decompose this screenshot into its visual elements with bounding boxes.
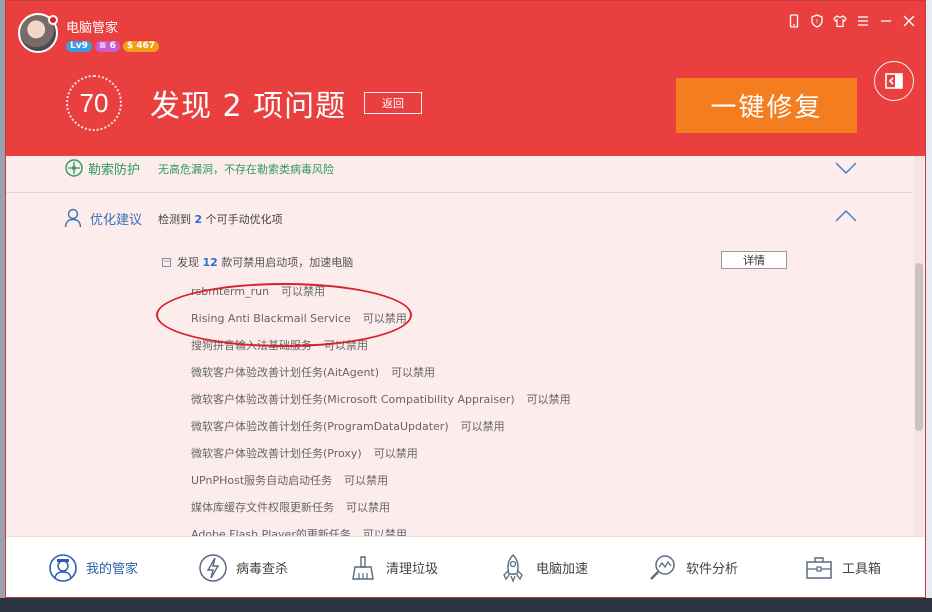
startup-item-action[interactable]: 可以禁用	[527, 393, 571, 406]
header: 电脑管家 Lv9 ≡ 6 $ 467 ! 70 发现 2 项问题 返回 一键修复	[6, 1, 925, 156]
shield-icon[interactable]: !	[809, 13, 825, 29]
skin-icon[interactable]	[832, 13, 848, 29]
level-badge[interactable]: Lv9	[66, 41, 92, 52]
nav-toolbox[interactable]: 工具箱	[804, 537, 882, 597]
annotation-ellipse	[156, 283, 412, 347]
health-score: 70	[66, 75, 122, 131]
nav-software-analysis[interactable]: 软件分析	[648, 537, 739, 597]
nav-my-butler[interactable]: 我的管家	[48, 537, 139, 597]
rocket-icon	[498, 553, 528, 583]
details-button[interactable]: 详情	[721, 251, 787, 269]
nav-label: 我的管家	[86, 562, 139, 577]
menu-icon[interactable]	[855, 13, 871, 29]
ransom-shield-icon	[64, 158, 84, 182]
user-badges: Lv9 ≡ 6 $ 467	[66, 41, 160, 52]
optimize-desc-prefix: 检测到	[158, 213, 191, 226]
window-controls: !	[786, 13, 917, 29]
startup-item-action[interactable]: 可以禁用	[461, 420, 505, 433]
phone-icon[interactable]	[786, 13, 802, 29]
back-button[interactable]: 返回	[364, 92, 422, 114]
optimize-label: 优化建议	[90, 213, 143, 228]
notification-dot	[48, 15, 58, 25]
startup-item-action[interactable]: 可以禁用	[346, 501, 390, 514]
nav-label: 电脑加速	[536, 562, 589, 577]
startup-item-name: Adobe Flash Player的更新任务	[191, 528, 351, 536]
software-analysis-icon	[648, 553, 678, 583]
nav-label: 清理垃圾	[386, 562, 439, 577]
optimize-desc-suffix: 个可手动优化项	[205, 213, 283, 226]
collapse-icon[interactable]: −	[162, 257, 171, 267]
background-editor-strip	[0, 598, 932, 612]
startup-item[interactable]: UPnPHost服务自动启动任务 可以禁用	[191, 472, 388, 488]
optimize-desc: 检测到 2 个可手动优化项	[158, 211, 283, 227]
startup-item-name: 媒体库缓存文件权限更新任务	[191, 501, 334, 514]
vip-badge[interactable]: ≡ 6	[94, 41, 120, 52]
nav-label: 工具箱	[842, 562, 882, 577]
ransom-protection-row[interactable]: 勒索防护 无高危漏洞，不存在勒索类病毒风险	[6, 156, 912, 193]
coin-badge[interactable]: $ 467	[122, 41, 160, 52]
panel-toggle-icon	[885, 73, 903, 89]
minimize-icon[interactable]	[878, 13, 894, 29]
startup-count: 12	[202, 256, 218, 269]
virus-scan-icon	[198, 553, 228, 583]
startup-item[interactable]: 微软客户体验改善计划任务(Microsoft Compatibility App…	[191, 391, 571, 407]
startup-item-name: UPnPHost服务自动启动任务	[191, 474, 333, 487]
app-title: 电脑管家	[66, 21, 119, 36]
scan-results: 勒索防护 无高危漏洞，不存在勒索类病毒风险 优化建议 检测到 2 个可手动优化项…	[6, 156, 925, 536]
scrollbar-thumb[interactable]	[915, 263, 923, 431]
startup-item-action[interactable]: 可以禁用	[374, 447, 418, 460]
startup-item[interactable]: 微软客户体验改善计划任务(AitAgent) 可以禁用	[191, 364, 435, 380]
startup-suffix: 款可禁用启动项，加速电脑	[221, 256, 354, 269]
butler-icon	[48, 553, 78, 583]
startup-item-action[interactable]: 可以禁用	[391, 366, 435, 379]
startup-item-action[interactable]: 可以禁用	[363, 528, 407, 536]
bottom-nav: 我的管家 病毒查杀 清理垃圾 电脑加速 软件分析 工具箱	[6, 536, 925, 597]
startup-item-name: 微软客户体验改善计划任务(Proxy)	[191, 447, 362, 460]
ransom-desc: 无高危漏洞，不存在勒索类病毒风险	[158, 163, 334, 176]
startup-prefix: 发现	[177, 256, 199, 269]
close-icon[interactable]	[901, 13, 917, 29]
side-panel-button[interactable]	[874, 61, 914, 101]
startup-item[interactable]: 微软客户体验改善计划任务(Proxy) 可以禁用	[191, 445, 418, 461]
startup-items-header[interactable]: − 发现 12 款可禁用启动项，加速电脑	[162, 254, 353, 270]
nav-label: 软件分析	[686, 562, 739, 577]
nav-speedup[interactable]: 电脑加速	[498, 537, 589, 597]
one-click-fix-button[interactable]: 一键修复	[676, 78, 857, 133]
vip-badge-value: 6	[109, 41, 116, 51]
page-title: 发现 2 项问题	[150, 89, 347, 124]
chevron-up-icon[interactable]	[834, 208, 858, 228]
background-window-edge	[926, 0, 932, 612]
nav-cleanup[interactable]: 清理垃圾	[348, 537, 439, 597]
pc-manager-window: 电脑管家 Lv9 ≡ 6 $ 467 ! 70 发现 2 项问题 返回 一键修复…	[5, 0, 926, 598]
svg-text:!: !	[816, 19, 818, 26]
optimize-count: 2	[194, 213, 203, 226]
cleanup-icon	[348, 553, 378, 583]
startup-item-name: 微软客户体验改善计划任务(Microsoft Compatibility App…	[191, 393, 515, 406]
startup-item-name: 微软客户体验改善计划任务(ProgramDataUpdater)	[191, 420, 449, 433]
chevron-down-icon[interactable]	[834, 160, 858, 180]
person-icon	[64, 208, 82, 232]
toolbox-icon	[804, 553, 834, 583]
startup-item-action[interactable]: 可以禁用	[344, 474, 388, 487]
startup-item-name: 微软客户体验改善计划任务(AitAgent)	[191, 366, 380, 379]
startup-item[interactable]: 媒体库缓存文件权限更新任务 可以禁用	[191, 499, 390, 515]
startup-item[interactable]: Adobe Flash Player的更新任务 可以禁用	[191, 526, 407, 536]
startup-item[interactable]: 微软客户体验改善计划任务(ProgramDataUpdater) 可以禁用	[191, 418, 505, 434]
nav-virus-scan[interactable]: 病毒查杀	[198, 537, 289, 597]
ransom-label: 勒索防护	[88, 163, 141, 178]
nav-label: 病毒查杀	[236, 562, 289, 577]
